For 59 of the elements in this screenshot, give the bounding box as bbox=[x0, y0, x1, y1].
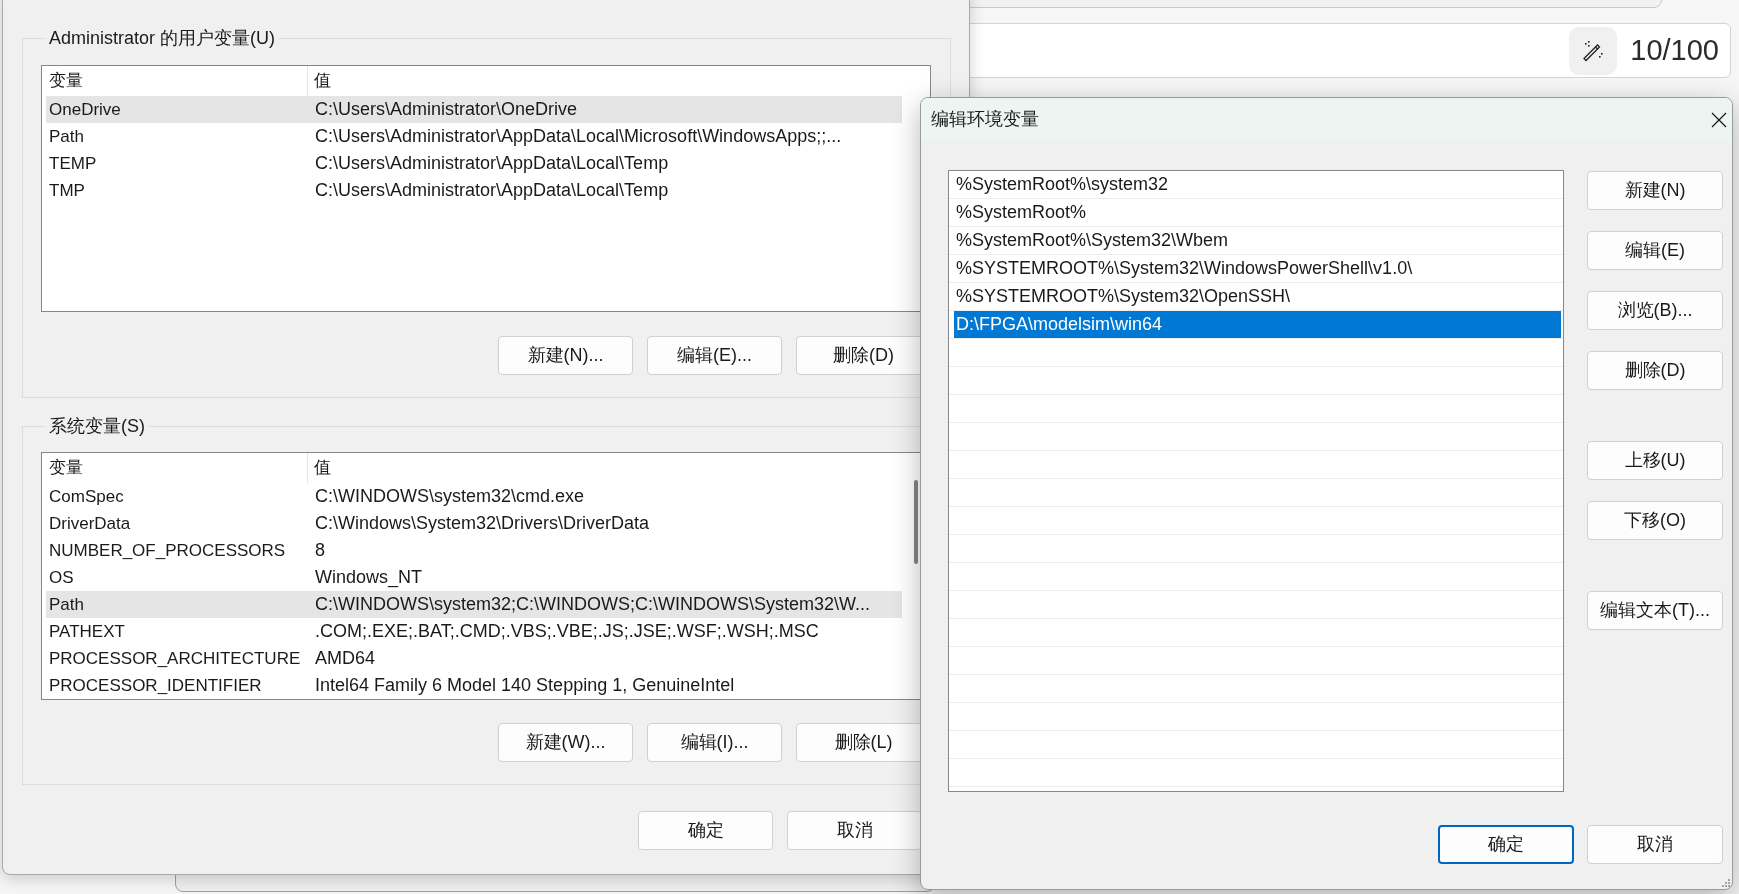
variable-value: C:\Users\Administrator\OneDrive bbox=[314, 98, 578, 121]
action-button[interactable]: 下移(O) bbox=[1587, 501, 1723, 540]
variable-value: Windows_NT bbox=[314, 566, 423, 590]
path-list[interactable]: %SystemRoot%\system32 %SystemRoot% %SystemRoot%\System32\Wbem %SYSTEMROOT%\System32\WindowsPowerShell\v1.0\ %SYSTEMROOT%\System32\OpenSSH\ D:\FPGA\modelsim\win64 bbox=[948, 170, 1564, 792]
close-icon bbox=[1711, 111, 1727, 128]
variable-value: 8 bbox=[314, 539, 325, 562]
action-button[interactable]: 确定 bbox=[638, 811, 773, 850]
variable-name: Path bbox=[48, 125, 85, 148]
variable-value: C:\WINDOWS\system32;C:\WINDOWS;C:\WINDOWS\System32\W... bbox=[314, 593, 871, 616]
group-title: 系统变量(S) bbox=[48, 415, 146, 438]
action-button[interactable]: 确定 bbox=[1438, 825, 1574, 864]
variable-value: C:\Users\Administrator\AppData\Local\Temp bbox=[314, 179, 669, 202]
action-button[interactable]: 取消 bbox=[1587, 825, 1723, 864]
action-button[interactable]: 编辑(E)... bbox=[647, 336, 782, 375]
magic-wand-icon bbox=[1582, 39, 1605, 62]
variable-name: OS bbox=[48, 566, 75, 589]
variable-name: OneDrive bbox=[48, 98, 122, 121]
variable-value: C:\Users\Administrator\AppData\Local\Temp bbox=[314, 152, 669, 175]
action-button[interactable]: 取消 bbox=[787, 811, 922, 850]
path-entry[interactable]: %SystemRoot%\System32\Wbem bbox=[954, 227, 1561, 254]
magic-wand-button[interactable] bbox=[1569, 26, 1618, 75]
variable-name: PATHEXT bbox=[48, 620, 126, 643]
variable-name: DriverData bbox=[48, 512, 132, 535]
action-button[interactable]: 新建(N)... bbox=[498, 336, 633, 375]
variable-name: TEMP bbox=[48, 152, 98, 175]
variable-name: PROCESSOR_IDENTIFIER bbox=[48, 674, 263, 697]
variable-name: ComSpec bbox=[48, 485, 125, 508]
action-button[interactable]: 上移(U) bbox=[1587, 441, 1723, 480]
path-entry[interactable]: %SystemRoot%\system32 bbox=[954, 171, 1561, 198]
action-button[interactable]: 新建(N) bbox=[1587, 171, 1723, 210]
variable-name: PROCESSOR_ARCHITECTURE bbox=[48, 647, 302, 670]
variable-name: TMP bbox=[48, 179, 86, 202]
path-entry[interactable]: %SYSTEMROOT%\System32\OpenSSH\ bbox=[954, 283, 1561, 310]
character-count: 10/100 bbox=[1630, 32, 1719, 68]
path-entry[interactable]: D:\FPGA\modelsim\win64 bbox=[954, 311, 1561, 338]
variable-value: C:\WINDOWS\system32\cmd.exe bbox=[314, 485, 585, 508]
action-button[interactable]: 删除(D) bbox=[1587, 351, 1723, 390]
variables-list[interactable] bbox=[41, 65, 931, 312]
action-button[interactable]: 编辑(E) bbox=[1587, 231, 1723, 270]
column-header[interactable]: 值 bbox=[308, 453, 902, 483]
group-title: Administrator 的用户变量(U) bbox=[48, 27, 277, 50]
list-row[interactable]: Path C:\WINDOWS\system32;C:\WINDOWS;C:\WINDOWS\System32\W... bbox=[46, 591, 902, 618]
path-entry[interactable]: %SYSTEMROOT%\System32\WindowsPowerShell\v1.0\ bbox=[954, 255, 1561, 282]
action-button[interactable]: 编辑(I)... bbox=[647, 723, 782, 762]
variable-value: .COM;.EXE;.BAT;.CMD;.VBS;.VBE;.JS;.JSE;.WSF;.WSH;.MSC bbox=[314, 620, 819, 643]
action-button[interactable]: 编辑文本(T)... bbox=[1587, 591, 1723, 630]
resize-grip-icon bbox=[1722, 879, 1730, 887]
path-entry[interactable]: %SystemRoot% bbox=[954, 199, 1561, 226]
variable-name: Path bbox=[48, 593, 85, 616]
action-button[interactable]: 浏览(B)... bbox=[1587, 291, 1723, 330]
variable-value: Intel64 Family 6 Model 140 Stepping 1, GenuineIntel bbox=[314, 674, 735, 697]
list-row[interactable]: OneDrive C:\Users\Administrator\OneDrive bbox=[46, 96, 902, 123]
variable-value: AMD64 bbox=[314, 647, 376, 670]
variable-name: NUMBER_OF_PROCESSORS bbox=[48, 539, 287, 562]
scrollbar-thumb[interactable] bbox=[914, 480, 918, 564]
action-button[interactable]: 新建(W)... bbox=[498, 723, 633, 762]
variable-value: C:\Windows\System32\Drivers\DriverData bbox=[314, 512, 650, 535]
variable-value: C:\Users\Administrator\AppData\Local\Microsoft\WindowsApps;;... bbox=[314, 125, 842, 148]
window-title: 编辑环境变量 bbox=[930, 108, 1039, 131]
